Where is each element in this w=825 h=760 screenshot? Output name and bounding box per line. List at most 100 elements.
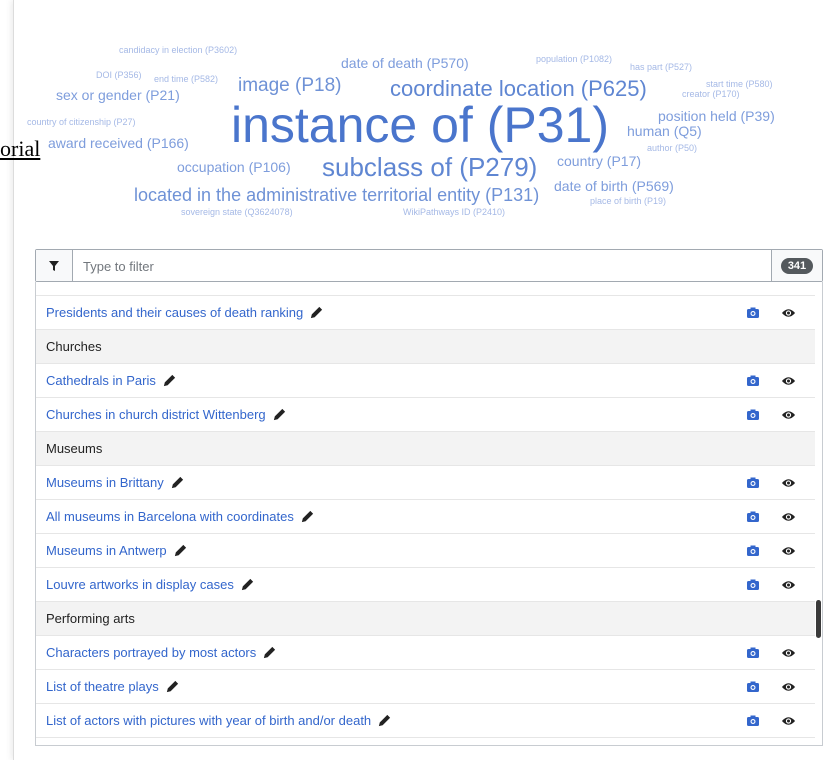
pencil-icon[interactable] <box>377 713 392 728</box>
query-link[interactable]: List of actors with pictures with year o… <box>46 713 392 728</box>
label-text: Characters portrayed by most actors <box>46 645 257 660</box>
scrollbar-thumb[interactable] <box>816 600 821 638</box>
list-item[interactable]: Louvre artworks in display cases <box>36 568 815 602</box>
cloud-term[interactable]: instance of (P31) <box>231 100 609 150</box>
cloud-term[interactable]: place of birth (P19) <box>590 197 666 206</box>
list-item[interactable]: All museums in Barcelona with coordinate… <box>36 500 815 534</box>
cloud-term[interactable]: sex or gender (P21) <box>56 88 180 102</box>
section-header: Performing arts <box>36 602 815 636</box>
query-link[interactable]: List of theatre plays <box>46 679 180 694</box>
list-item[interactable]: Cathedrals in Paris <box>36 364 815 398</box>
eye-icon[interactable] <box>781 306 796 320</box>
eye-icon[interactable] <box>781 374 796 388</box>
query-link[interactable]: Museums in Brittany <box>46 475 185 490</box>
eye-icon[interactable] <box>781 680 796 694</box>
list-item[interactable]: Characters portrayed by most actors <box>36 636 815 670</box>
query-link[interactable]: All museums in Barcelona with coordinate… <box>46 509 315 524</box>
cloud-term[interactable]: position held (P39) <box>658 109 775 123</box>
query-panel: candidacy in election (P3602) date of dea… <box>13 0 825 760</box>
label-text: Museums <box>46 441 103 456</box>
funnel-icon <box>49 260 59 271</box>
label-text: Presidents and their causes of death ran… <box>46 305 304 320</box>
pencil-icon[interactable] <box>165 679 180 694</box>
list-item[interactable]: Churches in church district Wittenberg <box>36 398 815 432</box>
cloud-term[interactable]: date of birth (P569) <box>554 179 674 193</box>
cloud-term[interactable]: date of death (P570) <box>341 56 469 70</box>
pencil-icon[interactable] <box>309 305 324 320</box>
camera-icon[interactable] <box>746 578 760 592</box>
pencil-icon[interactable] <box>170 475 185 490</box>
side-link[interactable]: orial <box>0 136 40 162</box>
eye-icon[interactable] <box>781 646 796 660</box>
cloud-term[interactable]: end time (P582) <box>154 75 218 84</box>
label-text: Museums in Brittany <box>46 475 164 490</box>
cloud-term[interactable]: sovereign state (Q3624078) <box>181 208 293 217</box>
cloud-term[interactable]: occupation (P106) <box>177 160 291 174</box>
pencil-icon[interactable] <box>300 509 315 524</box>
cloud-term[interactable]: has part (P527) <box>630 63 692 72</box>
pencil-icon[interactable] <box>272 407 287 422</box>
list-item[interactable]: Presidents and their causes of death ran… <box>36 296 815 330</box>
camera-icon[interactable] <box>746 544 760 558</box>
cloud-term[interactable]: image (P18) <box>238 76 342 95</box>
query-link[interactable]: Cathedrals in Paris <box>46 373 177 388</box>
filter-input[interactable] <box>81 250 685 283</box>
property-word-cloud: candidacy in election (P3602) date of dea… <box>14 0 825 230</box>
query-link[interactable]: Presidents and their causes of death ran… <box>46 305 324 320</box>
list-item[interactable]: Museums in Brittany <box>36 466 815 500</box>
cloud-term[interactable]: population (P1082) <box>536 55 612 64</box>
list-top-edge <box>36 282 815 296</box>
cloud-term[interactable]: start time (P580) <box>706 80 773 89</box>
section-title: Museums <box>46 441 102 456</box>
camera-icon[interactable] <box>746 714 760 728</box>
cloud-term[interactable]: DOI (P356) <box>96 71 142 80</box>
label-text: List of theatre plays <box>46 679 159 694</box>
pencil-icon[interactable] <box>162 373 177 388</box>
section-title: Churches <box>46 339 102 354</box>
camera-icon[interactable] <box>746 680 760 694</box>
camera-icon[interactable] <box>746 510 760 524</box>
cloud-term[interactable]: award received (P166) <box>48 136 189 150</box>
cloud-term[interactable]: WikiPathways ID (P2410) <box>403 208 505 217</box>
cloud-term[interactable]: subclass of (P279) <box>322 154 537 180</box>
camera-icon[interactable] <box>746 646 760 660</box>
cloud-term[interactable]: located in the administrative territoria… <box>134 186 539 204</box>
pencil-icon[interactable] <box>262 645 277 660</box>
list-item[interactable]: List of theatre plays <box>36 670 815 704</box>
pencil-icon[interactable] <box>240 577 255 592</box>
cloud-term[interactable]: country of citizenship (P27) <box>27 118 136 127</box>
cloud-term[interactable]: human (Q5) <box>627 124 702 138</box>
label-text: Performing arts <box>46 611 135 626</box>
eye-icon[interactable] <box>781 408 796 422</box>
query-list: Presidents and their causes of death ran… <box>35 282 823 746</box>
cloud-term[interactable]: country (P17) <box>557 154 641 168</box>
eye-icon[interactable] <box>781 476 796 490</box>
label-text: Churches in church district Wittenberg <box>46 407 266 422</box>
eye-icon[interactable] <box>781 578 796 592</box>
section-header: Museums <box>36 432 815 466</box>
cloud-term[interactable]: creator (P170) <box>682 90 740 99</box>
cloud-term[interactable]: author (P50) <box>647 144 697 153</box>
cloud-term[interactable]: candidacy in election (P3602) <box>119 46 237 55</box>
query-link[interactable]: Louvre artworks in display cases <box>46 577 255 592</box>
filter-button[interactable] <box>36 250 73 281</box>
eye-icon[interactable] <box>781 714 796 728</box>
section-title: Performing arts <box>46 611 135 626</box>
pencil-icon[interactable] <box>173 543 188 558</box>
label-text: All museums in Barcelona with coordinate… <box>46 509 294 524</box>
list-item[interactable]: List of actors with pictures with year o… <box>36 704 815 738</box>
eye-icon[interactable] <box>781 544 796 558</box>
count-badge: 341 <box>780 257 814 274</box>
camera-icon[interactable] <box>746 374 760 388</box>
camera-icon[interactable] <box>746 306 760 320</box>
label-text: Museums in Antwerp <box>46 543 167 558</box>
camera-icon[interactable] <box>746 408 760 422</box>
query-link[interactable]: Churches in church district Wittenberg <box>46 407 287 422</box>
filter-bar: 341 <box>35 249 823 283</box>
query-link[interactable]: Characters portrayed by most actors <box>46 645 277 660</box>
list-item[interactable]: Museums in Antwerp <box>36 534 815 568</box>
result-count: 341 <box>771 250 822 281</box>
query-link[interactable]: Museums in Antwerp <box>46 543 188 558</box>
eye-icon[interactable] <box>781 510 796 524</box>
camera-icon[interactable] <box>746 476 760 490</box>
